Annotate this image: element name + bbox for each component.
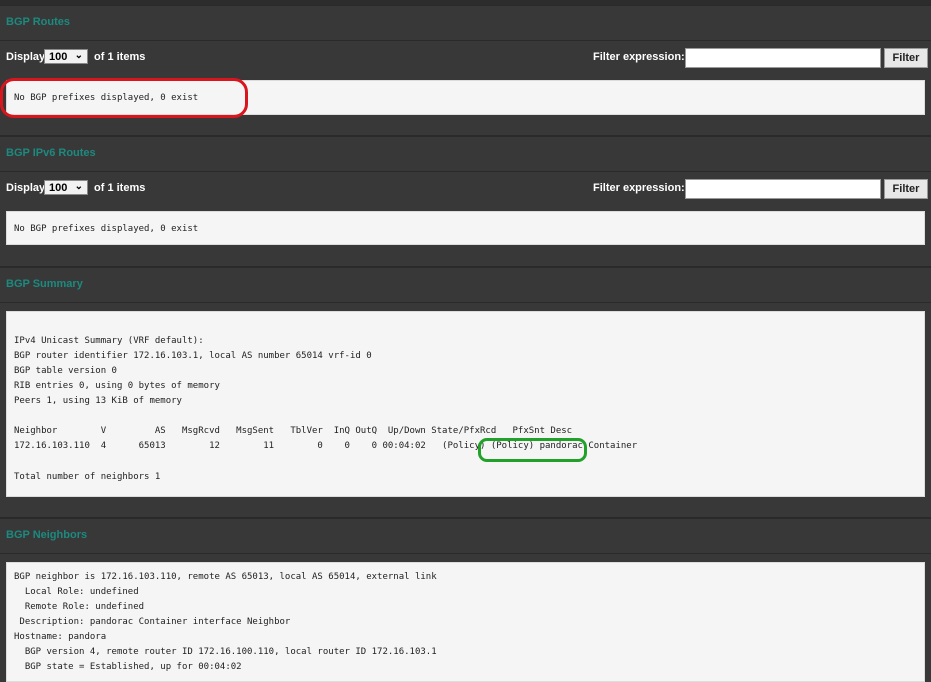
ipv6-routes-output-panel: No BGP prefixes displayed, 0 exist (6, 211, 925, 245)
routes-controls: Display 100 ⌄ of 1 items Filter expressi… (0, 43, 931, 73)
display-count-select[interactable]: 100 ⌄ (44, 49, 88, 64)
neighbors-output-panel: BGP neighbor is 172.16.103.110, remote A… (6, 562, 925, 682)
section-title: BGP Neighbors (6, 529, 88, 541)
items-count-label: of 1 items (94, 182, 146, 194)
neighbor-line: BGP version 4, remote router ID 172.16.1… (14, 647, 437, 657)
summary-line: BGP router identifier 172.16.103.1, loca… (14, 351, 372, 361)
summary-line: IPv4 Unicast Summary (VRF default): (14, 336, 204, 346)
neighbor-line: Remote Role: undefined (14, 602, 145, 612)
ipv6-routes-controls: Display 100 ⌄ of 1 items Filter expressi… (0, 174, 931, 204)
green-highlight-annotation (478, 438, 587, 462)
summary-line: BGP table version 0 (14, 366, 117, 376)
summary-table-header: Neighbor V AS MsgRcvd MsgSent TblVer InQ… (14, 426, 573, 436)
items-count-label: of 1 items (94, 51, 146, 63)
section-title: BGP Routes (6, 16, 70, 28)
section-header-bgp-summary: BGP Summary (0, 267, 931, 303)
neighbor-line: Description: pandorac Container interfac… (14, 617, 291, 627)
neighbor-line: Hostname: pandora (14, 632, 107, 642)
ipv6-routes-message: No BGP prefixes displayed, 0 exist (14, 224, 199, 234)
summary-line: Total number of neighbors 1 (14, 472, 161, 482)
section-header-bgp-routes: BGP Routes (0, 5, 931, 41)
display-count-value: 100 (49, 51, 68, 63)
summary-output-panel: IPv4 Unicast Summary (VRF default): BGP … (6, 311, 925, 497)
filter-label: Filter expression: (593, 182, 685, 194)
summary-line: Peers 1, using 13 KiB of memory (14, 396, 182, 406)
chevron-down-icon: ⌄ (74, 181, 83, 192)
filter-input[interactable] (685, 179, 881, 199)
section-header-bgp-ipv6-routes: BGP IPv6 Routes (0, 136, 931, 172)
display-count-select[interactable]: 100 ⌄ (44, 180, 88, 195)
red-highlight-annotation (0, 78, 248, 118)
filter-button[interactable]: Filter (884, 48, 928, 68)
section-title: BGP IPv6 Routes (6, 147, 96, 159)
chevron-down-icon: ⌄ (74, 50, 83, 61)
filter-button[interactable]: Filter (884, 179, 928, 199)
display-label: Display (6, 182, 46, 194)
section-header-bgp-neighbors: BGP Neighbors (0, 518, 931, 554)
neighbor-line: BGP neighbor is 172.16.103.110, remote A… (14, 572, 437, 582)
section-title: BGP Summary (6, 278, 83, 290)
display-label: Display (6, 51, 46, 63)
filter-input[interactable] (685, 48, 881, 68)
neighbor-line: BGP state = Established, up for 00:04:02 (14, 662, 242, 672)
display-count-value: 100 (49, 182, 68, 194)
summary-line: RIB entries 0, using 0 bytes of memory (14, 381, 220, 391)
filter-label: Filter expression: (593, 51, 685, 63)
neighbor-line: Local Role: undefined (14, 587, 139, 597)
